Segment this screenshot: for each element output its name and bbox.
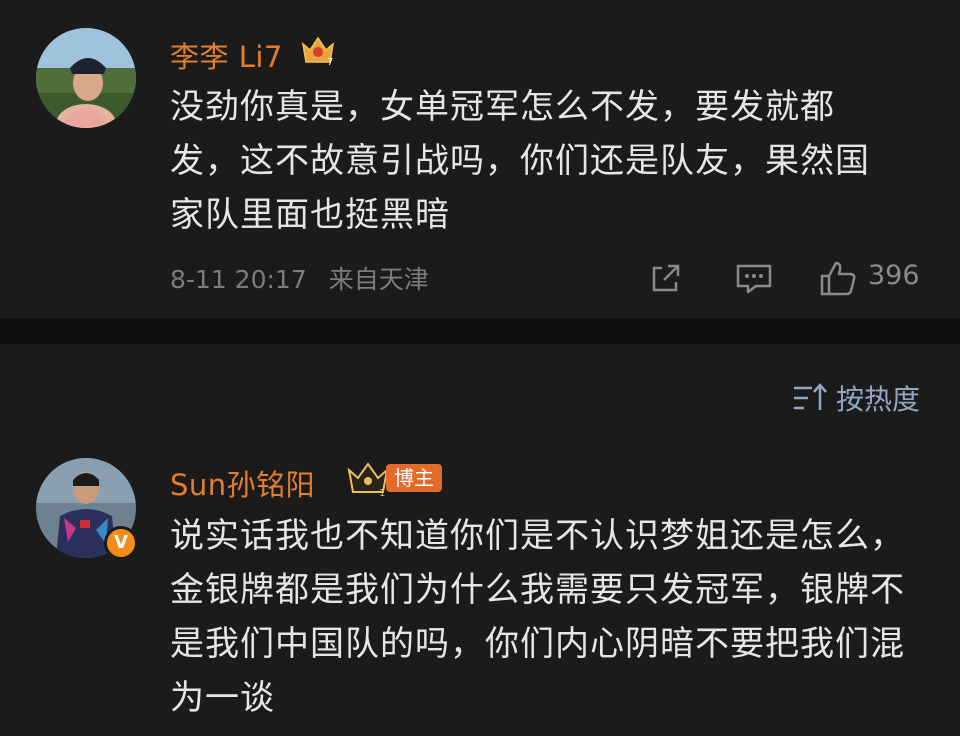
crown-level: 7 [327, 57, 333, 68]
like-count: 396 [868, 260, 920, 291]
comment-text: 说实话我也不知道你们是不认识梦姐还是怎么，金银牌都是我们为什么我需要只发冠军，银… [170, 516, 905, 718]
avatar[interactable] [36, 28, 136, 128]
comment-date: 8-11 20:17 [170, 265, 307, 294]
comment-text: 没劲你真是，女单冠军怎么不发，要发就都发，这不故意引战吗，你们还是队友，果然国家… [170, 87, 870, 235]
crown-icon: 7 [301, 36, 335, 68]
like-icon[interactable] [818, 258, 858, 298]
section-divider [0, 318, 960, 344]
comment-location: 来自天津 [328, 265, 429, 294]
avatar-image [36, 28, 136, 128]
reply-icon[interactable] [734, 258, 774, 298]
crown-icon: 1 [347, 462, 389, 498]
sort-by-popularity-button[interactable]: 按热度 [792, 378, 920, 418]
comments-page: 李李 Li7 7 没劲你真是，女单冠军怎么不发，要发就都发，这不故意引战吗，你们… [0, 0, 960, 736]
username[interactable]: Sun孙铭阳 [170, 462, 315, 504]
username[interactable]: 李李 Li7 [170, 34, 283, 76]
blogger-badge: 博主 [386, 464, 442, 492]
comment-meta: 8-11 20:17 来自天津 [170, 260, 429, 296]
share-icon[interactable] [646, 258, 686, 298]
sort-icon [794, 383, 827, 410]
sort-label: 按热度 [836, 383, 921, 416]
verified-badge: V [104, 526, 138, 560]
crown-level: 1 [379, 488, 385, 498]
